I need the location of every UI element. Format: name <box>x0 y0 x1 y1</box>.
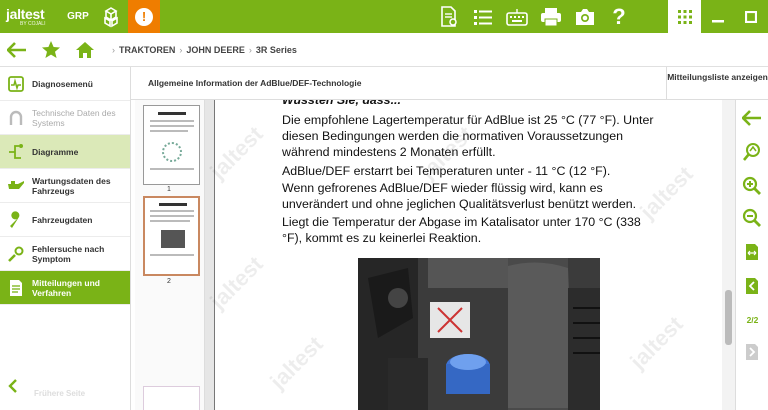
group-button[interactable]: GRP <box>62 11 94 22</box>
watermark: jaltest <box>205 121 268 184</box>
breadcrumb-chevron-icon: › <box>179 44 183 55</box>
sidebar-item-label: Wartungsdaten des Fahrzeugs <box>32 175 111 196</box>
document-paragraph: Liegt die Temperatur der Abgase im Katal… <box>282 214 641 246</box>
text-line: Liegt die Temperatur der Abgase im Katal… <box>282 215 641 229</box>
wrench-gear-icon <box>6 244 26 264</box>
document-page: jaltest jaltest jaltest jaltest jaltest … <box>205 100 725 410</box>
thumbnail-number: 1 <box>167 186 171 193</box>
sidebar-item-label: Mitteilungen und Verfahren <box>32 277 100 298</box>
text-line: Wenn gefrorenes AdBlue/DEF wieder flüssi… <box>282 181 603 195</box>
jaltest-logo: jaltest BY COJALI <box>0 0 62 33</box>
watermark: jaltest <box>625 311 688 374</box>
sidebar-item-messages[interactable]: Mitteilungen und Verfahren <box>0 271 130 305</box>
logo-subtext: BY COJALI <box>20 20 46 27</box>
minimize-icon[interactable] <box>701 0 734 33</box>
back-arrow-icon[interactable] <box>0 33 34 67</box>
page-thumbnails: 1 2 <box>135 100 205 410</box>
breadcrumb-item[interactable]: JOHN DEERE <box>186 45 245 55</box>
scrollbar-thumb[interactable] <box>725 290 732 345</box>
diagnosis-icon <box>6 74 26 94</box>
sidebar-item-vehicle-data[interactable]: Fahrzeugdaten <box>0 203 130 237</box>
cubes-icon[interactable] <box>94 0 128 33</box>
favorites-star-icon[interactable] <box>34 33 68 67</box>
watermark: jaltest <box>265 331 328 394</box>
keyboard-icon[interactable] <box>500 0 534 33</box>
zoom-in-icon[interactable] <box>740 174 764 198</box>
page-indicator: 2/2 <box>746 315 759 325</box>
sidebar-item-label: Diagramme <box>32 146 79 157</box>
zoom-out-icon[interactable] <box>740 206 764 230</box>
tool-icons: ? <box>432 0 636 33</box>
breadcrumb-chevron-icon: › <box>248 44 252 55</box>
previous-page-icon[interactable] <box>740 274 764 298</box>
text-line: °F), kommt es zu keinerlei Reaktion. <box>282 231 482 245</box>
sidebar-item-diagrams[interactable]: Diagramme <box>0 135 130 169</box>
sidebar-item-label: Fehlersuche nach Symptom <box>32 243 105 264</box>
logo-text: jaltest <box>6 5 45 22</box>
exclamation-icon: ! <box>135 7 153 26</box>
oil-can-icon <box>6 176 26 196</box>
help-icon[interactable]: ? <box>602 0 636 33</box>
printer-icon[interactable] <box>534 0 568 33</box>
sidebar-item-label: Diagnosemenü <box>32 78 93 89</box>
window-controls <box>668 0 768 33</box>
breadcrumb: › TRAKTOREN › JOHN DEERE › 3R Series <box>108 45 297 55</box>
maximize-icon[interactable] <box>734 0 767 33</box>
watermark: jaltest <box>205 251 268 314</box>
document-heading: Wussten Sie, dass... <box>282 100 401 107</box>
text-line: diesen Bedingungen werden die normativen… <box>282 129 623 143</box>
top-toolbar: jaltest BY COJALI GRP ! ? <box>0 0 768 33</box>
list-icon[interactable] <box>466 0 500 33</box>
sidebar-item-maintenance[interactable]: Wartungsdaten des Fahrzeugs <box>0 169 130 203</box>
viewer-tools: 2/2 <box>735 100 768 410</box>
thumbnail-page-1[interactable] <box>143 105 200 185</box>
sidebar-ghost-text: Frühere Seite <box>34 389 86 398</box>
sidebar: Diagnosemenü Technische Daten des System… <box>0 67 131 410</box>
sidebar-item-label: Technische Daten des Systems <box>32 107 116 128</box>
document-title: Allgemeine Information der AdBlue/DEF-Te… <box>131 67 666 100</box>
watermark: jaltest <box>635 161 698 224</box>
document-viewer[interactable]: jaltest jaltest jaltest jaltest jaltest … <box>205 100 735 410</box>
breadcrumb-item[interactable]: TRAKTOREN <box>119 45 175 55</box>
document-paragraph: Wenn gefrorenes AdBlue/DEF wieder flüssi… <box>282 180 636 212</box>
document-icon <box>6 278 26 298</box>
thumbnail-page-2[interactable] <box>143 196 200 276</box>
breadcrumb-chevron-icon: › <box>112 44 115 55</box>
text-line: während mindestens 2 Monaten erfüllt. <box>282 145 496 159</box>
thumbnail-number: 2 <box>167 278 171 285</box>
text-line: unverändert und ohne jeglichen Qualitäts… <box>282 197 637 211</box>
zoom-fit-icon[interactable] <box>740 140 764 164</box>
text-line: Die empfohlene Lagertemperatur für AdBlu… <box>282 113 654 127</box>
app-window: jaltest BY COJALI GRP ! ? › TRAKTOREN › … <box>0 0 768 410</box>
fit-width-icon[interactable] <box>740 240 764 264</box>
back-arrow-icon[interactable] <box>740 106 764 130</box>
document-paragraph: AdBlue/DEF erstarrt bei Temperaturen unt… <box>282 163 610 179</box>
collapse-left-icon[interactable] <box>8 379 18 398</box>
camera-icon[interactable] <box>568 0 602 33</box>
breadcrumb-item[interactable]: 3R Series <box>256 45 297 55</box>
sidebar-item-troubleshooting[interactable]: Fehlersuche nach Symptom <box>0 237 130 271</box>
thumbnail-page-next[interactable] <box>143 386 200 410</box>
sidebar-item-technical-data[interactable]: Technische Daten des Systems <box>0 101 130 135</box>
text-line: AdBlue/DEF erstarrt bei Temperaturen unt… <box>282 164 611 178</box>
horseshoe-icon <box>6 108 26 128</box>
sidebar-item-diagnosis[interactable]: Diagnosemenü <box>0 67 130 101</box>
alert-button[interactable]: ! <box>128 0 160 33</box>
navigation-bar: › TRAKTOREN › JOHN DEERE › 3R Series <box>0 33 768 67</box>
adblue-tank-photo <box>358 258 600 410</box>
document-search-icon[interactable] <box>432 0 466 33</box>
wrench-icon <box>6 210 26 230</box>
document-paragraph: Die empfohlene Lagertemperatur für AdBlu… <box>282 112 653 160</box>
next-page-icon[interactable] <box>740 340 764 364</box>
sidebar-item-label: Fahrzeugdaten <box>32 214 93 225</box>
home-icon[interactable] <box>68 33 102 67</box>
vertical-scrollbar[interactable] <box>722 100 735 410</box>
show-message-list-button[interactable]: Mitteilungsliste anzeigen <box>666 67 768 100</box>
apps-grid-icon[interactable] <box>668 0 701 33</box>
diagram-icon <box>6 142 26 162</box>
